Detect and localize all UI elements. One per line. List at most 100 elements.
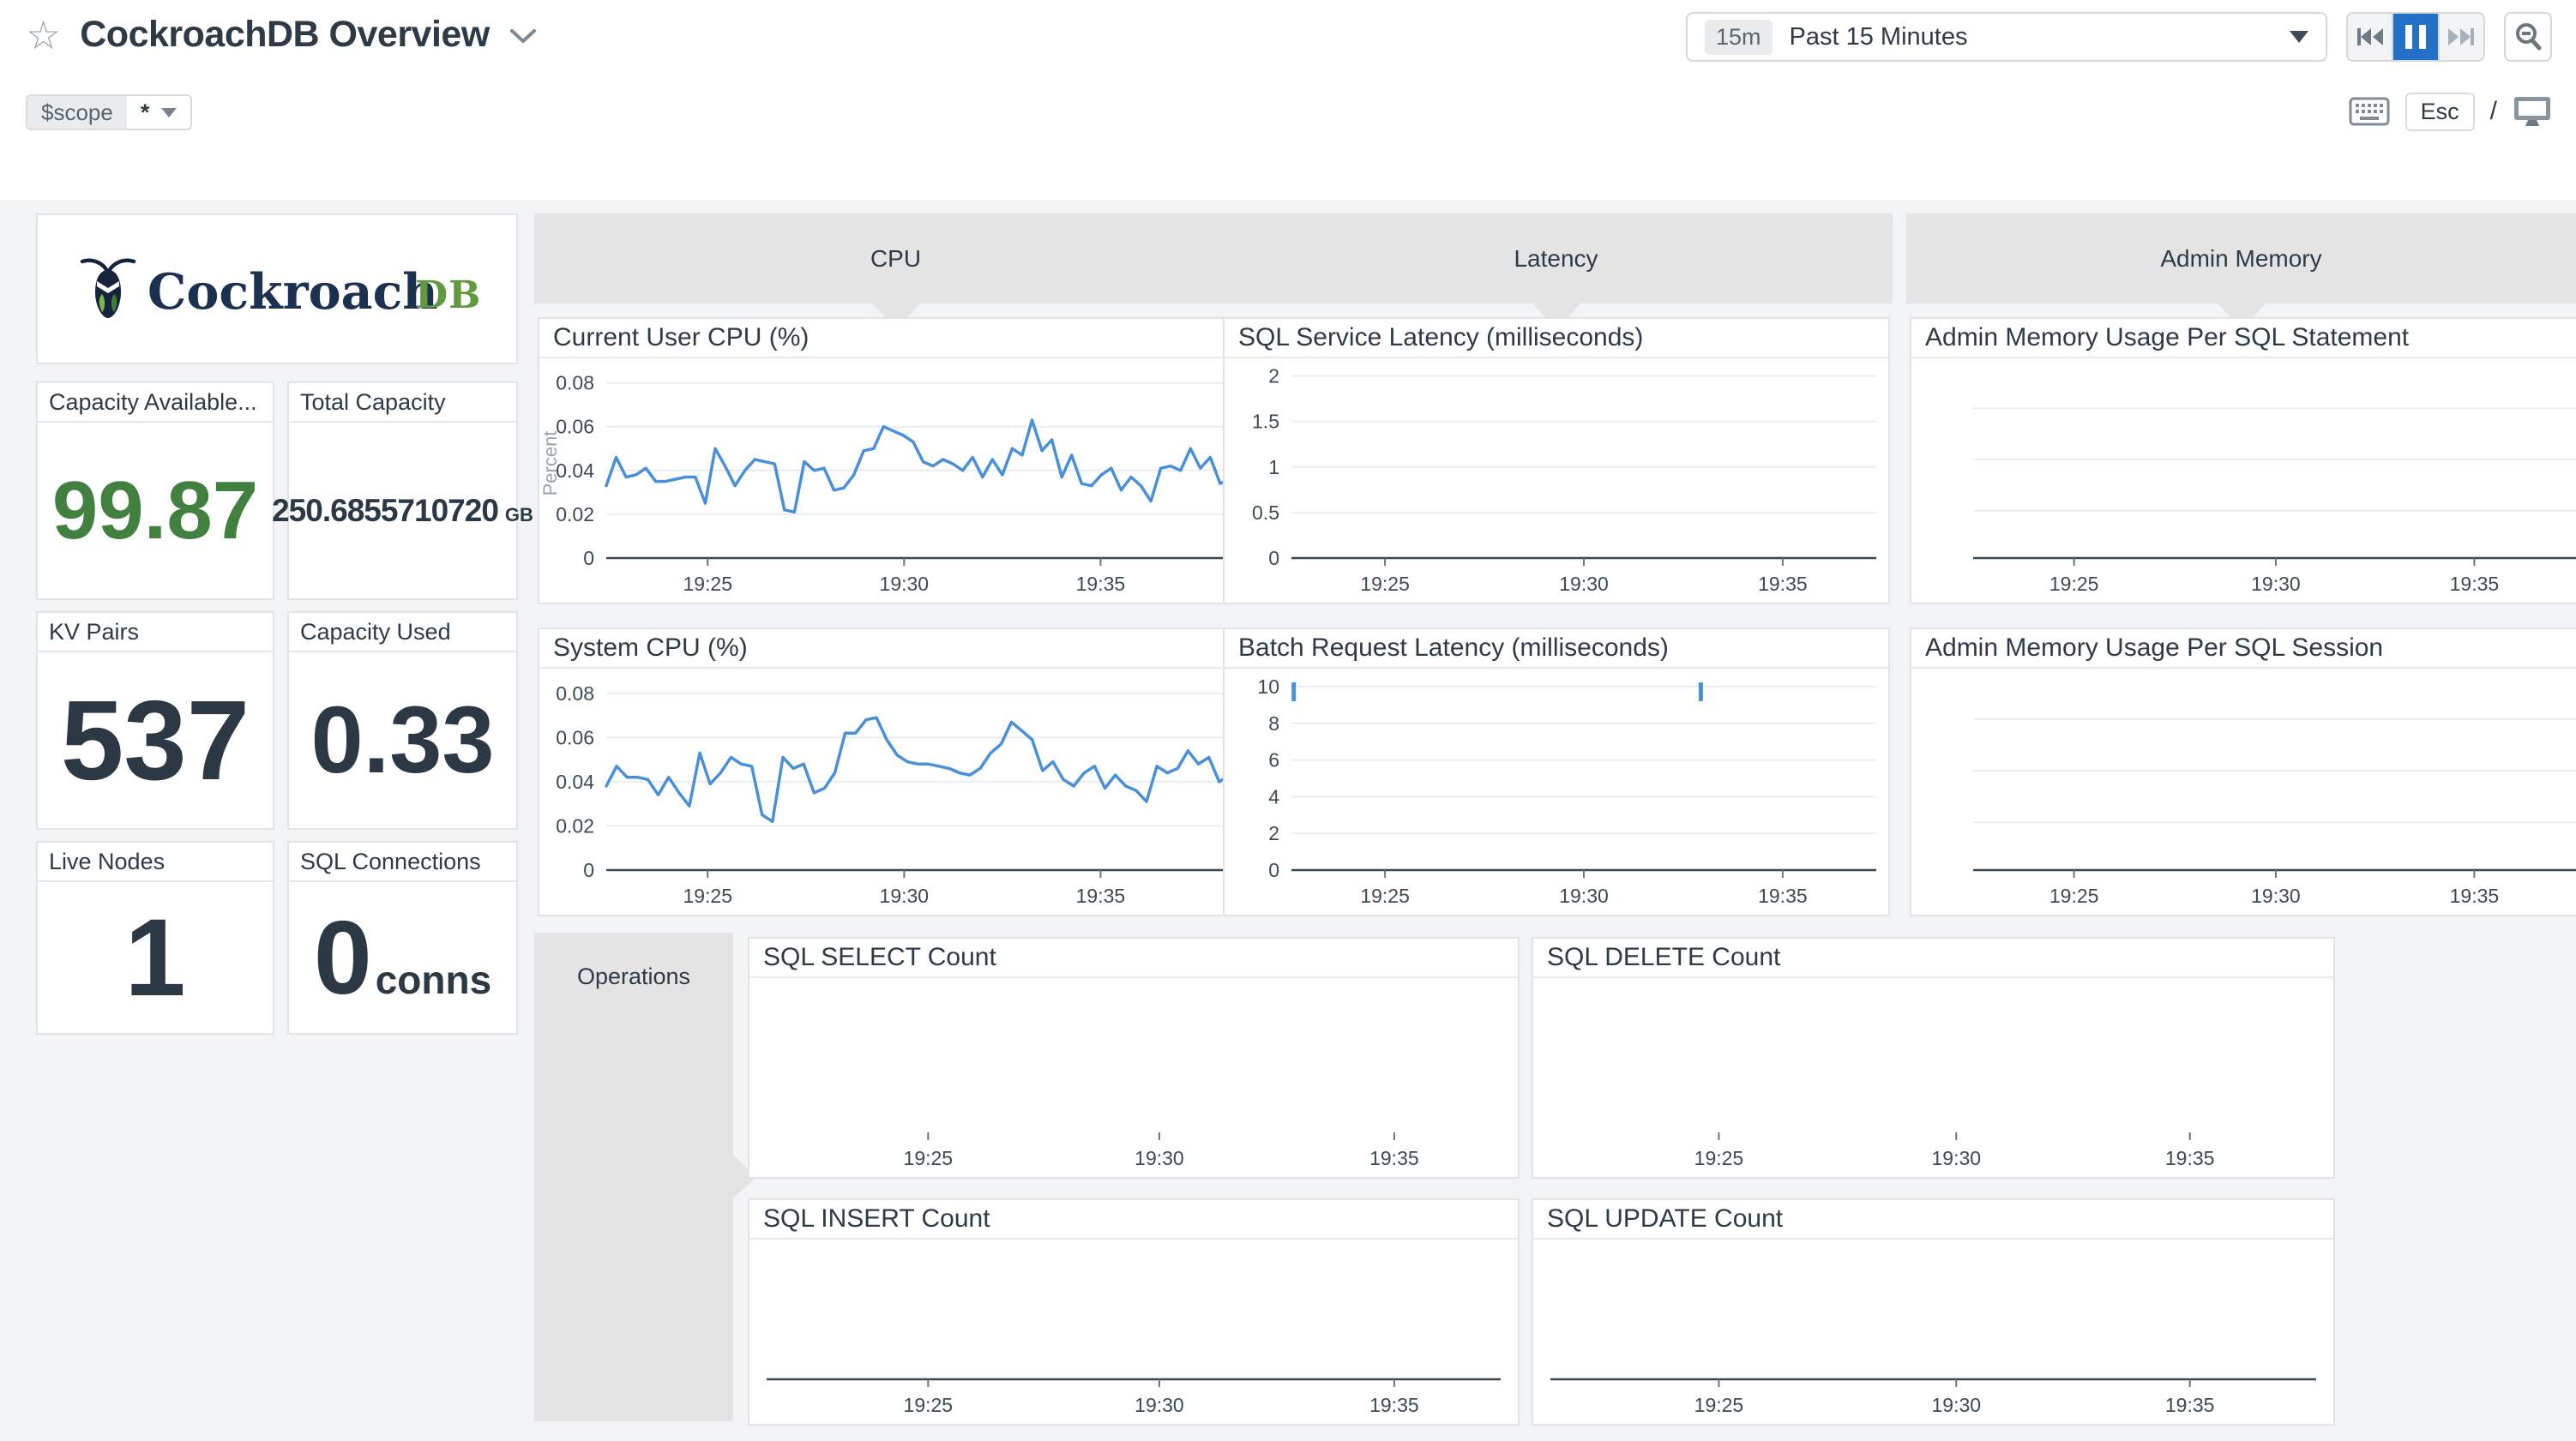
chart-plot-current-user-cpu[interactable]: 00.020.040.060.0819:2519:3019:35Percent [606, 369, 1240, 558]
svg-text:19:35: 19:35 [2450, 885, 2500, 907]
svg-text:19:30: 19:30 [2251, 573, 2301, 595]
fast-forward-icon [2443, 23, 2479, 51]
stat-value: 0.33 [310, 686, 494, 795]
svg-text:19:35: 19:35 [2165, 1394, 2215, 1416]
svg-text:19:35: 19:35 [2165, 1147, 2215, 1169]
svg-text:19:25: 19:25 [2049, 885, 2099, 907]
chart-card-sql-delete-count: SQL DELETE Count 19:2519:3019:35 [1532, 937, 2335, 1179]
svg-text:19:30: 19:30 [880, 573, 930, 595]
chart-title: SQL UPDATE Count [1533, 1200, 2333, 1240]
pause-icon [2405, 25, 2426, 49]
chart-card-system-cpu: System CPU (%) 00.020.040.060.0819:2519:… [538, 627, 1254, 916]
svg-text:Percent: Percent [539, 431, 561, 496]
svg-text:0.08: 0.08 [556, 682, 594, 705]
svg-text:19:30: 19:30 [1135, 1394, 1184, 1416]
stat-card-capacity-available: Capacity Available... 99.87 [36, 381, 274, 600]
svg-text:0.02: 0.02 [556, 814, 594, 837]
svg-text:DB: DB [415, 273, 478, 317]
chart-title: Batch Request Latency (milliseconds) [1225, 629, 1888, 669]
scope-var-value[interactable]: * [127, 96, 191, 129]
stat-label: Capacity Used [289, 613, 516, 652]
svg-text:19:35: 19:35 [1369, 1394, 1419, 1416]
chart-plot-admin-memory-statement[interactable]: 19:2519:3019:35 [1973, 369, 2576, 558]
group-header-latency[interactable]: Latency [1219, 213, 1893, 303]
chart-plot-sql-update-count[interactable]: 19:2519:3019:35 [1550, 1250, 2316, 1379]
zoom-out-button[interactable] [2504, 12, 2552, 62]
group-header-admin-memory[interactable]: Admin Memory [1906, 213, 2576, 303]
stat-card-sql-connections: SQL Connections 0conns [287, 841, 518, 1035]
chart-plot-sql-service-latency[interactable]: 00.511.5219:2519:3019:35 [1291, 369, 1876, 558]
stat-label: KV Pairs [38, 613, 273, 652]
chart-plot-sql-delete-count[interactable]: 19:2519:3019:35 [1550, 988, 2316, 1132]
cockroachdb-logo: Cockroach DB [75, 255, 478, 323]
pause-button[interactable] [2392, 14, 2437, 60]
chart-title: SQL Service Latency (milliseconds) [1225, 319, 1888, 358]
rewind-icon [2352, 23, 2388, 51]
top-band: ☆ CockroachDB Overview 15m Past 15 Minut… [0, 0, 2576, 200]
favorite-star-icon[interactable]: ☆ [26, 15, 61, 55]
fullscreen-monitor-icon[interactable] [2513, 94, 2552, 129]
chart-title: Current User CPU (%) [539, 319, 1252, 358]
stat-value: 1 [124, 895, 185, 1021]
svg-text:0.04: 0.04 [556, 771, 594, 793]
stat-card-kv-pairs: KV Pairs 537 [36, 611, 274, 830]
group-label: Admin Memory [2160, 245, 2321, 273]
keyboard-icon[interactable] [2349, 97, 2390, 126]
chart-card-sql-service-latency: SQL Service Latency (milliseconds) 00.51… [1223, 317, 1890, 604]
cockroachdb-logo-card: Cockroach DB [36, 213, 518, 364]
chart-plot-system-cpu[interactable]: 00.020.040.060.0819:2519:3019:35 [606, 679, 1240, 870]
svg-text:0.02: 0.02 [556, 503, 594, 525]
svg-text:19:25: 19:25 [683, 885, 732, 907]
svg-text:0: 0 [583, 547, 594, 569]
fast-forward-button[interactable] [2438, 14, 2483, 60]
svg-text:19:30: 19:30 [880, 885, 930, 907]
svg-text:2: 2 [1268, 822, 1279, 844]
stat-value: 250.6855710720 [272, 493, 498, 529]
svg-text:19:30: 19:30 [1135, 1147, 1184, 1169]
esc-key-button[interactable]: Esc [2405, 93, 2475, 131]
svg-text:19:35: 19:35 [1369, 1147, 1419, 1169]
template-variable-scope[interactable]: $scope * [26, 94, 192, 130]
time-range-label: Past 15 Minutes [1790, 23, 1968, 51]
chart-title: SQL DELETE Count [1533, 939, 2333, 978]
svg-text:19:25: 19:25 [904, 1147, 954, 1169]
svg-text:19:25: 19:25 [904, 1394, 954, 1416]
svg-text:4: 4 [1268, 785, 1279, 808]
svg-text:Cockroach: Cockroach [147, 263, 438, 321]
dropdown-caret-icon [2290, 31, 2308, 43]
svg-text:19:25: 19:25 [1360, 885, 1410, 907]
group-header-cpu[interactable]: CPU [534, 213, 1257, 303]
svg-text:1.5: 1.5 [1252, 411, 1279, 433]
chart-plot-sql-insert-count[interactable]: 19:2519:3019:35 [767, 1250, 1501, 1379]
stat-unit: conns [376, 957, 491, 1003]
chart-card-admin-memory-statement: Admin Memory Usage Per SQL Statement 19:… [1910, 317, 2576, 604]
stat-unit: GB [505, 504, 533, 526]
svg-text:19:35: 19:35 [1076, 573, 1126, 595]
magnifier-minus-icon [2512, 21, 2544, 53]
group-label: CPU [870, 245, 921, 273]
slash-separator: / [2490, 97, 2497, 126]
title-bar: ☆ CockroachDB Overview [26, 14, 538, 56]
svg-text:10: 10 [1257, 675, 1279, 698]
svg-text:0: 0 [1268, 547, 1279, 569]
group-label: Operations [577, 964, 690, 989]
scope-value-text: * [141, 99, 150, 126]
svg-text:19:30: 19:30 [1559, 573, 1609, 595]
time-range-select[interactable]: 15m Past 15 Minutes [1686, 12, 2327, 62]
time-controls: 15m Past 15 Minutes [1686, 12, 2552, 62]
chart-plot-batch-request-latency[interactable]: 024681019:2519:3019:35 [1291, 679, 1876, 870]
svg-text:19:25: 19:25 [2049, 573, 2099, 595]
group-header-operations[interactable]: Operations [534, 933, 733, 1421]
chart-plot-admin-memory-session[interactable]: 19:2519:3019:35 [1973, 679, 2576, 870]
rewind-button[interactable] [2348, 14, 2392, 60]
chevron-down-icon[interactable] [509, 27, 538, 50]
chart-title: Admin Memory Usage Per SQL Statement [1911, 319, 2576, 358]
chart-plot-sql-select-count[interactable]: 19:2519:3019:35 [767, 988, 1501, 1132]
chart-title: SQL INSERT Count [749, 1200, 1518, 1240]
chart-title: Admin Memory Usage Per SQL Session [1911, 629, 2576, 669]
svg-text:0.06: 0.06 [556, 416, 594, 438]
stat-card-live-nodes: Live Nodes 1 [36, 841, 274, 1035]
svg-text:0.08: 0.08 [556, 372, 594, 394]
stat-label: Live Nodes [38, 843, 273, 882]
svg-text:19:25: 19:25 [683, 573, 732, 595]
